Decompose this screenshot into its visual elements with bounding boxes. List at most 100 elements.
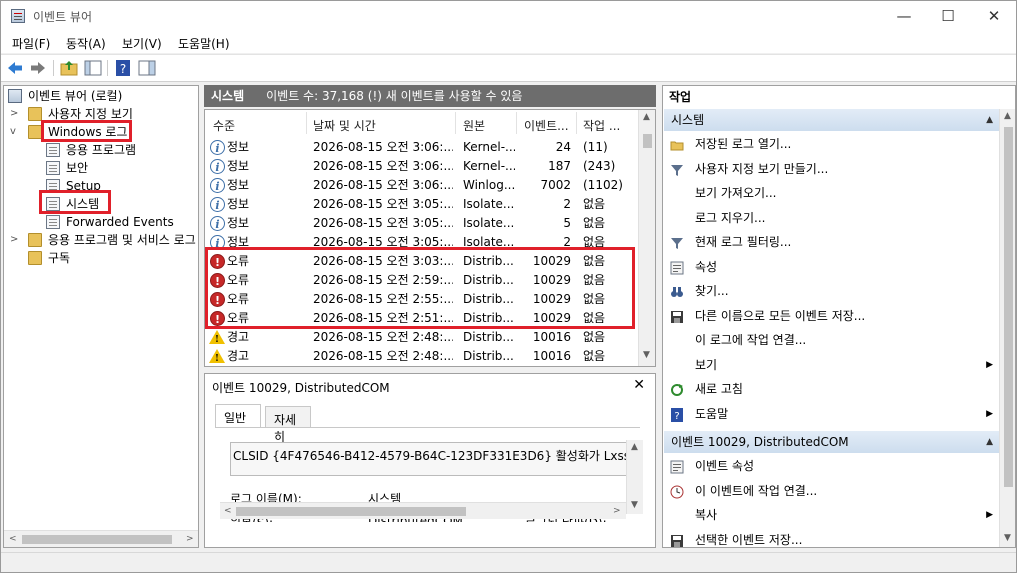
chevron-right-icon[interactable]: > xyxy=(10,231,20,249)
action-item[interactable]: 복사 ▶ xyxy=(663,504,999,526)
tree-horizontal-scrollbar[interactable]: < > xyxy=(4,530,198,547)
scroll-down-icon[interactable]: ▼ xyxy=(1004,533,1011,543)
close-button[interactable]: ✕ xyxy=(971,1,1017,31)
action-item[interactable]: 속성 xyxy=(663,256,999,278)
information-icon: i xyxy=(210,140,225,155)
actions-section-system[interactable]: 시스템 ▲ xyxy=(664,109,999,131)
chevron-right-icon[interactable]: > xyxy=(10,105,20,123)
table-row[interactable]: i 정보 2026-08-15 오전 3:05:... Isolate... 2 없음 xyxy=(205,233,639,252)
scroll-down-icon[interactable]: ▼ xyxy=(631,500,638,510)
collapse-icon[interactable]: ▲ xyxy=(986,431,993,453)
scroll-up-icon[interactable]: ▲ xyxy=(1004,111,1011,121)
action-item[interactable]: 로그 지우기... xyxy=(663,207,999,229)
action-item[interactable]: 보기 ▶ xyxy=(663,354,999,376)
cell-task: 없음 xyxy=(583,197,606,211)
scroll-down-icon[interactable]: ▼ xyxy=(643,350,650,360)
tab-details[interactable]: 자세히 xyxy=(265,406,311,444)
chevron-down-icon[interactable]: v xyxy=(10,123,20,141)
table-row[interactable]: ! 오류 2026-08-15 오전 2:51:... Distrib... 10029… xyxy=(205,309,639,328)
table-row[interactable]: i 정보 2026-08-15 오전 3:05:... Isolate... 5 없음 xyxy=(205,214,639,233)
action-item[interactable]: 보기 가져오기... xyxy=(663,182,999,204)
table-row[interactable]: i 정보 2026-08-15 오전 3:06:... Winlog... 7002 (1… xyxy=(205,176,639,195)
detail-horizontal-scrollbar[interactable]: < > xyxy=(220,502,626,519)
scrollbar-thumb[interactable] xyxy=(643,134,652,148)
action-label: 복사 xyxy=(695,508,718,522)
help-icon[interactable]: ? xyxy=(114,59,132,77)
action-item[interactable]: 이 이벤트에 작업 연결... xyxy=(663,480,999,502)
action-item[interactable]: 저장된 로그 열기... xyxy=(663,133,999,155)
tab-general[interactable]: 일반 xyxy=(215,404,261,428)
column-level[interactable]: 수준 xyxy=(213,117,235,134)
minimize-button[interactable]: — xyxy=(881,1,927,31)
section-title: 이벤트 10029, DistributedCOM xyxy=(671,435,849,449)
collapse-icon[interactable]: ▲ xyxy=(986,109,993,131)
scrollbar-thumb[interactable] xyxy=(236,507,466,516)
menu-file[interactable]: 파일(F) xyxy=(12,35,50,52)
action-item[interactable]: 이 로그에 작업 연결... xyxy=(663,329,999,351)
scroll-up-icon[interactable]: ▲ xyxy=(643,112,650,122)
action-item[interactable]: 새로 고침 xyxy=(663,378,999,400)
column-separator[interactable] xyxy=(455,112,456,134)
cell-event-id: 10029 xyxy=(532,292,571,306)
menu-view[interactable]: 보기(V) xyxy=(122,35,162,52)
save-icon xyxy=(670,309,684,323)
cell-event-id: 10016 xyxy=(532,330,571,344)
cell-source: Isolate... xyxy=(463,235,515,249)
column-task[interactable]: 작업 ... xyxy=(583,117,620,134)
scroll-left-icon[interactable]: < xyxy=(9,534,17,544)
window-title: 이벤트 뷰어 xyxy=(33,10,93,24)
action-item[interactable]: 다른 이름으로 모든 이벤트 저장... xyxy=(663,305,999,327)
cell-event-id: 2 xyxy=(563,235,571,249)
event-description[interactable]: CLSID {4F476546-B412-4579-B64C-123DF331E… xyxy=(230,442,628,476)
detail-vertical-scrollbar[interactable]: ▲ ▼ xyxy=(626,440,643,514)
action-item[interactable]: 현재 로그 필터링... xyxy=(663,231,999,253)
table-row[interactable]: 경고 2026-08-15 오전 2:48:... Distrib... 10016 없… xyxy=(205,328,639,348)
event-list-vertical-scrollbar[interactable]: ▲ ▼ xyxy=(638,110,655,366)
forward-arrow-icon[interactable] xyxy=(29,59,47,77)
scrollbar-thumb[interactable] xyxy=(1004,127,1013,487)
scroll-right-icon[interactable]: > xyxy=(186,534,194,544)
table-row[interactable]: ! 오류 2026-08-15 오전 3:03:... Distrib... 10029… xyxy=(205,252,639,271)
show-action-pane-icon[interactable] xyxy=(138,59,156,77)
table-row[interactable]: i 정보 2026-08-15 오전 3:06:... Kernel-... 24 (11… xyxy=(205,138,639,157)
actions-vertical-scrollbar[interactable]: ▲ ▼ xyxy=(999,109,1015,547)
cell-level: 오류 xyxy=(227,254,250,268)
show-hide-tree-icon[interactable] xyxy=(84,59,102,77)
column-separator[interactable] xyxy=(306,112,307,134)
action-item[interactable]: 이벤트 속성 xyxy=(663,455,999,477)
table-row[interactable]: i 정보 2026-08-15 오전 3:05:... Isolate... 2 없음 xyxy=(205,195,639,214)
menu-action[interactable]: 동작(A) xyxy=(66,35,106,52)
table-row[interactable]: i 정보 2026-08-15 오전 3:06:... Kernel-... 187 (2… xyxy=(205,157,639,176)
cell-level: 정보 xyxy=(227,178,250,192)
scrollbar-thumb[interactable] xyxy=(22,535,172,544)
log-icon xyxy=(46,143,60,157)
table-row[interactable]: ! 오류 2026-08-15 오전 2:59:... Distrib... 10029… xyxy=(205,271,639,290)
back-arrow-icon[interactable] xyxy=(6,59,24,77)
column-separator[interactable] xyxy=(576,112,577,134)
event-viewer-icon xyxy=(11,9,25,23)
action-label: 도움말 xyxy=(695,406,729,421)
up-folder-icon[interactable] xyxy=(60,59,78,77)
column-datetime[interactable]: 날짜 및 시간 xyxy=(313,117,376,134)
column-separator[interactable] xyxy=(516,112,517,134)
cell-task: 없음 xyxy=(583,292,606,306)
open-folder-icon xyxy=(670,137,684,151)
table-row[interactable]: ! 오류 2026-08-15 오전 2:55:... Distrib... 10029… xyxy=(205,290,639,309)
scroll-right-icon[interactable]: > xyxy=(613,506,621,516)
action-item[interactable]: ? 도움말 ▶ xyxy=(663,403,999,425)
maximize-button[interactable]: ☐ xyxy=(925,1,971,31)
scroll-up-icon[interactable]: ▲ xyxy=(631,442,638,452)
action-item[interactable]: 찾기... xyxy=(663,280,999,302)
event-count: 이벤트 수: 37,168 (!) 새 이벤트를 사용할 수 있음 xyxy=(266,89,523,103)
column-source[interactable]: 원본 xyxy=(463,117,485,134)
cell-source: Distrib... xyxy=(463,349,514,363)
column-event-id[interactable]: 이벤트... xyxy=(524,117,569,134)
close-icon[interactable]: ✕ xyxy=(633,377,645,393)
action-item[interactable]: 사용자 지정 보기 만들기... xyxy=(663,158,999,180)
menu-help[interactable]: 도움말(H) xyxy=(178,35,230,52)
scroll-left-icon[interactable]: < xyxy=(224,506,232,516)
table-row[interactable]: 경고 2026-08-15 오전 2:48:... Distrib... 10016 없… xyxy=(205,347,639,366)
action-item[interactable]: 선택한 이벤트 저장... xyxy=(663,529,999,548)
actions-section-event[interactable]: 이벤트 10029, DistributedCOM ▲ xyxy=(664,431,999,453)
status-bar xyxy=(1,552,1016,572)
